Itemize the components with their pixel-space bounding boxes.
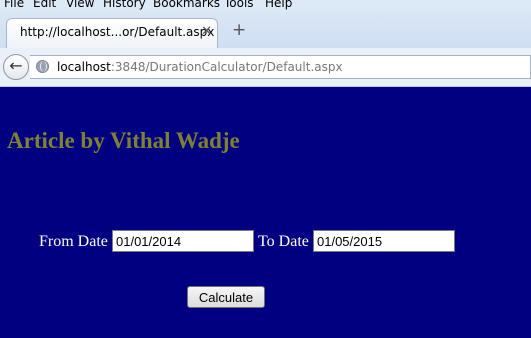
from-date-label: From Date [39,233,108,250]
close-icon[interactable]: ✕ [201,24,212,39]
menu-help[interactable]: Help [265,0,292,9]
menu-tools[interactable]: Tools [224,0,254,9]
menu-edit[interactable]: Edit [33,0,56,9]
url-host: localhost [57,60,111,74]
browser-tab[interactable]: http://localhost...or/Default.aspx ✕ [6,18,218,48]
page-content: Article by Vithal Wadje From Date To Dat… [0,87,531,338]
page-heading: Article by Vithal Wadje [7,128,240,153]
menu-history[interactable]: History [103,0,146,9]
back-arrow-icon: ← [9,56,23,75]
url-path: :3848/DurationCalculator/Default.aspx [110,60,343,74]
globe-icon [36,60,49,73]
plus-icon[interactable]: + [232,20,246,40]
menu-bookmarks[interactable]: Bookmarks [153,0,220,9]
calculate-button[interactable]: Calculate [187,286,265,308]
to-date-input[interactable] [313,230,455,252]
navigation-bar: localhost:3848/DurationCalculator/Defaul… [0,48,531,87]
tab-strip: http://localhost...or/Default.aspx ✕ + [0,12,531,48]
url-text: localhost:3848/DurationCalculator/Defaul… [57,60,343,74]
menu-bar: File Edit View History Bookmarks Tools H… [0,0,531,12]
tab-title: http://localhost...or/Default.aspx [20,25,215,39]
back-button[interactable]: ← [3,54,29,80]
from-date-input[interactable] [112,230,254,252]
menu-file[interactable]: File [4,0,24,9]
menu-view[interactable]: View [66,0,94,9]
to-date-label: To Date [258,233,309,250]
address-bar[interactable]: localhost:3848/DurationCalculator/Defaul… [30,55,531,79]
